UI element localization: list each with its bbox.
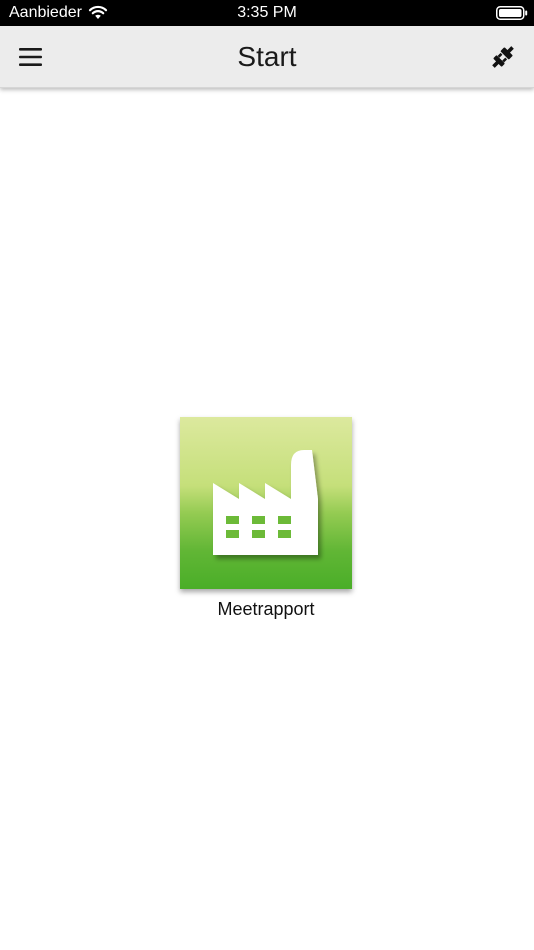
status-time: 3:35 PM	[237, 4, 297, 21]
navigation-bar: Start	[0, 26, 534, 88]
battery-icon	[496, 6, 528, 20]
status-bar: Aanbieder 3:35 PM	[0, 0, 534, 26]
hamburger-menu-icon	[19, 48, 42, 66]
menu-button[interactable]	[14, 42, 48, 72]
meetrapport-label[interactable]: Meetrapport	[166, 598, 366, 620]
plug-icon	[492, 46, 514, 68]
page-title: Start	[237, 41, 297, 72]
meetrapport-tile[interactable]	[180, 417, 352, 589]
connection-button[interactable]	[486, 41, 520, 73]
factory-icon	[213, 450, 318, 555]
